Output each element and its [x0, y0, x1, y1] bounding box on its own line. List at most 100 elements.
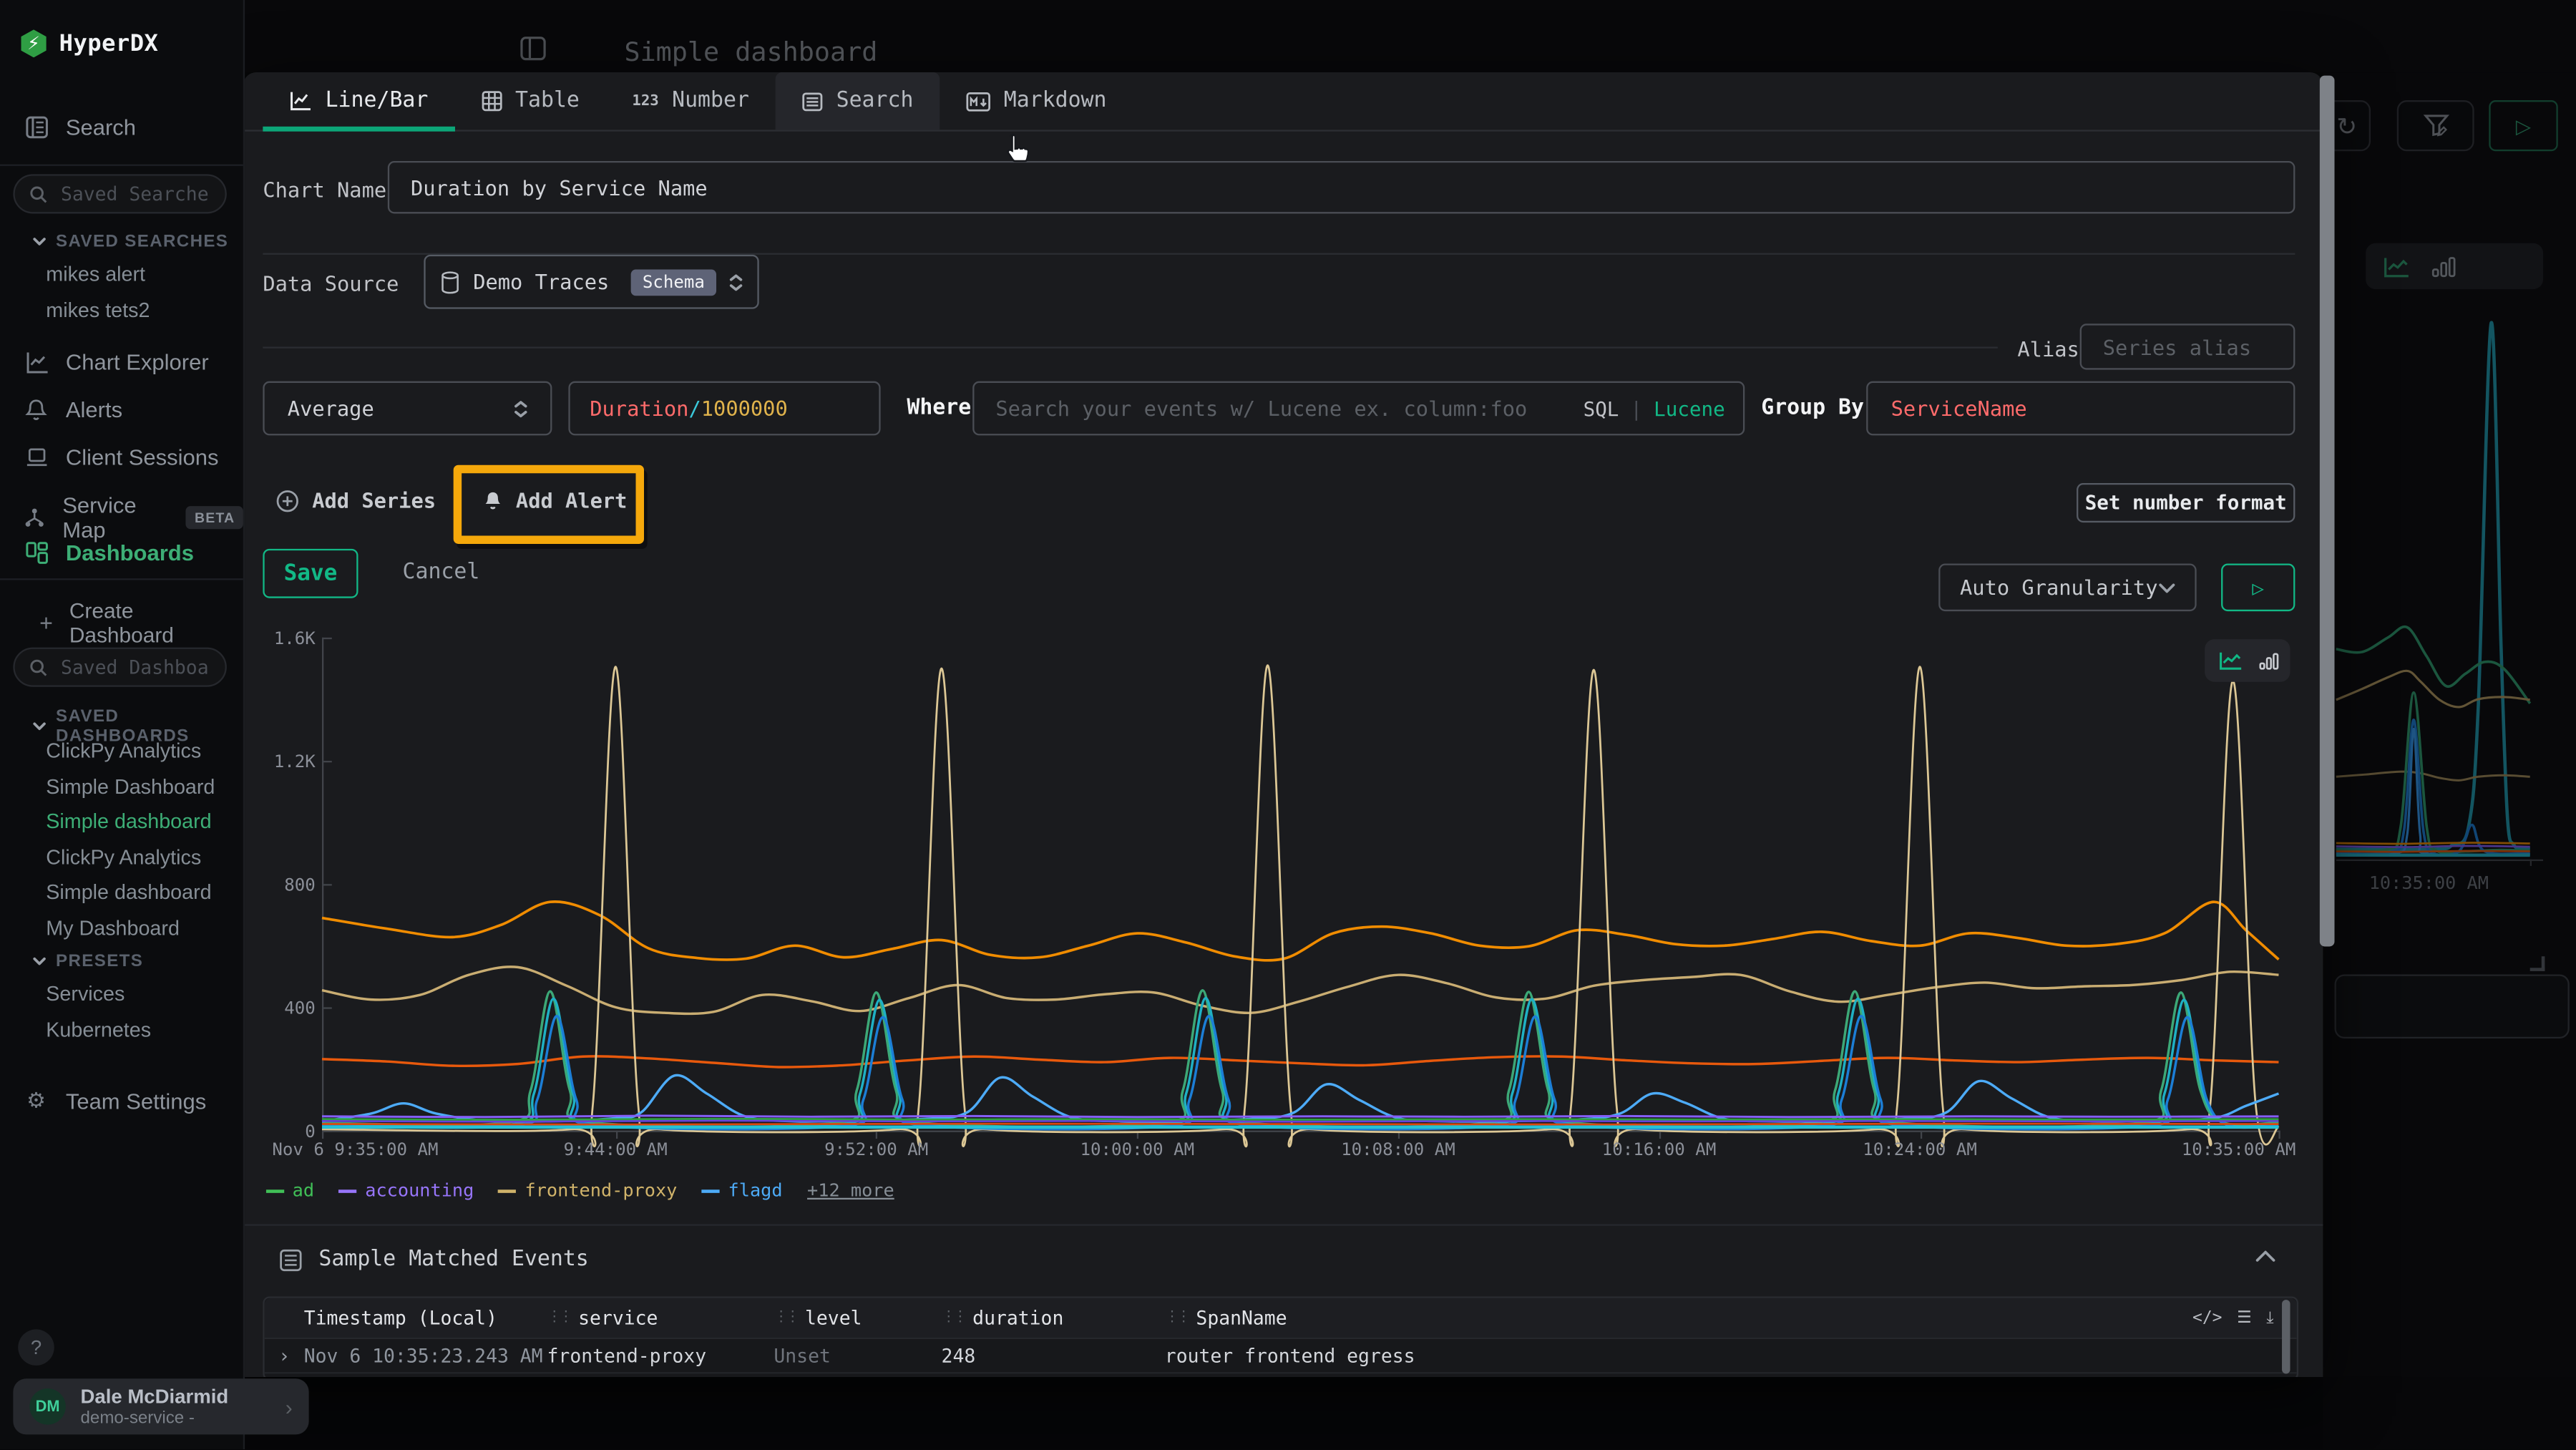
saved-dashboard-item[interactable]: Simple dashboard — [46, 881, 215, 904]
column-header-spanname[interactable]: ⋮⋮SpanName — [1165, 1306, 2149, 1329]
user-menu[interactable]: DM Dale McDiarmid demo-service - › — [13, 1378, 308, 1434]
sidebar-item-chart-explorer[interactable]: Chart Explorer — [23, 350, 209, 374]
database-icon — [440, 271, 460, 293]
sidebar-item-client-sessions[interactable]: Client Sessions — [23, 445, 218, 469]
logo[interactable]: ⚡ HyperDX — [20, 29, 159, 57]
line-bar-tab-icon — [289, 90, 312, 112]
save-button[interactable]: Save — [263, 549, 358, 598]
preset-item[interactable]: Kubernetes — [46, 1018, 151, 1041]
legend-item[interactable]: accounting — [339, 1179, 474, 1201]
bar-chart-icon[interactable] — [2259, 650, 2280, 671]
chevron-right-icon: › — [286, 1394, 293, 1419]
presets-header[interactable]: PRESETS — [33, 951, 143, 971]
tab-search[interactable]: Search — [776, 72, 940, 130]
saved-dashboards-input[interactable] — [13, 648, 226, 687]
code-icon[interactable]: </> — [2192, 1309, 2222, 1327]
lucene-mode-toggle[interactable]: Lucene — [1654, 396, 1725, 419]
x-axis-label: 10:00:00 AM — [1080, 1140, 1195, 1160]
tab-line-bar[interactable]: Line/Bar — [263, 72, 454, 130]
events-table-header: Timestamp (Local)⋮⋮service⋮⋮level⋮⋮durat… — [265, 1298, 2297, 1339]
x-axis-label: 10:08:00 AM — [1341, 1140, 1455, 1160]
chart-explorer-icon — [23, 350, 49, 374]
collapse-chevron-icon[interactable] — [2255, 1250, 2275, 1262]
chart-legend: ad accounting frontend-proxy flagd +12 more — [266, 1179, 894, 1201]
series-series-9 — [322, 1016, 2278, 1129]
saved-dashboards-field[interactable] — [57, 654, 212, 681]
create-dashboard-button[interactable]: + Create Dashboard — [39, 598, 243, 648]
saved-searches-field[interactable] — [57, 181, 212, 208]
x-axis-label: 9:52:00 AM — [824, 1140, 928, 1160]
legend-more-link[interactable]: +12 more — [807, 1179, 894, 1201]
modal-scrollbar[interactable] — [2320, 76, 2335, 947]
sql-mode-toggle[interactable]: SQL — [1584, 396, 1619, 419]
saved-searches-input[interactable] — [13, 174, 226, 213]
alias-input[interactable] — [2080, 323, 2296, 369]
legend-item[interactable]: ad — [266, 1179, 314, 1201]
row-expand-chevron[interactable]: › — [265, 1344, 304, 1367]
run-query-button[interactable]: ▷ — [2221, 564, 2295, 612]
chart-area: 1.6K1.2K8004000 Nov 6 9:35:00 AM9:44:00 … — [243, 624, 2323, 1216]
dashboards-icon — [23, 540, 49, 565]
saved-search-item[interactable]: mikes alert — [46, 263, 150, 286]
where-field[interactable] — [974, 396, 1558, 420]
column-header-timestamp-local-[interactable]: Timestamp (Local) — [304, 1306, 547, 1329]
events-scrollbar[interactable] — [2282, 1300, 2290, 1373]
legend-swatch — [339, 1189, 357, 1192]
download-icon[interactable]: ⤓ — [2266, 1309, 2273, 1327]
preset-item[interactable]: Services — [46, 983, 151, 1006]
add-series-button[interactable]: Add Series — [276, 488, 436, 512]
x-axis-label: 10:16:00 AM — [1602, 1140, 1717, 1160]
set-number-format-button[interactable]: Set number format — [2077, 483, 2295, 522]
tab-table[interactable]: Table — [454, 72, 606, 130]
column-header-service[interactable]: ⋮⋮service — [547, 1306, 774, 1329]
sidebar-item-team-settings[interactable]: ⚙ Team Settings — [23, 1088, 206, 1114]
tab-markdown[interactable]: Markdown — [940, 72, 1133, 130]
chart-name-field[interactable] — [389, 175, 2293, 200]
where-input[interactable]: SQL | Lucene — [972, 381, 1745, 436]
logo-text: HyperDX — [59, 30, 159, 57]
saved-dashboard-item[interactable]: Simple dashboard — [46, 810, 215, 833]
event-row[interactable]: ›Nov 6 10:35:23.243 AMfrontend-proxyUnse… — [265, 1373, 2297, 1377]
magnifier-icon — [29, 658, 47, 676]
chart-name-label: Chart Name — [263, 177, 386, 202]
sidebar: ⚡ HyperDX Search SAVED SEARCHES mikes al… — [0, 0, 245, 1449]
chart-display-toggle[interactable] — [2205, 639, 2290, 682]
saved-dashboard-item[interactable]: ClickPy Analytics — [46, 845, 215, 868]
events-table-body: ›Nov 6 10:35:23.243 AMfrontend-proxyUnse… — [265, 1339, 2297, 1377]
saved-search-item[interactable]: mikes tets2 — [46, 299, 150, 322]
alias-field[interactable] — [2082, 334, 2293, 359]
event-row[interactable]: ›Nov 6 10:35:23.243 AMfrontend-proxyUnse… — [265, 1339, 2297, 1373]
sidebar-item-dashboards[interactable]: Dashboards — [23, 540, 194, 565]
field-expression-input[interactable]: Duration/1000000 — [568, 381, 880, 436]
sidebar-item-alerts[interactable]: Alerts — [23, 398, 122, 422]
legend-item[interactable]: frontend-proxy — [499, 1179, 678, 1201]
column-header-duration[interactable]: ⋮⋮duration — [942, 1306, 1165, 1329]
wrap-lines-icon[interactable]: ☰ — [2237, 1309, 2252, 1327]
help-button[interactable]: ? — [18, 1329, 54, 1366]
saved-dashboard-item[interactable]: ClickPy Analytics — [46, 739, 215, 762]
series-frontend-proxy — [322, 967, 2278, 1014]
sidebar-item-search[interactable]: Search — [23, 115, 136, 140]
edit-chart-modal: Line/Bar Table 123 Number Search Markdow… — [243, 72, 2323, 1377]
cancel-button[interactable]: Cancel — [403, 560, 480, 585]
magnifier-icon — [29, 185, 47, 203]
saved-dashboard-item[interactable]: Simple Dashboard — [46, 775, 215, 798]
group-by-input[interactable]: ServiceName — [1866, 381, 2295, 436]
line-chart-icon[interactable] — [2218, 649, 2244, 672]
add-alert-annotation-box — [454, 465, 644, 544]
chart-type-tabs: Line/Bar Table 123 Number Search Markdow… — [243, 72, 2323, 132]
saved-dashboard-item[interactable]: My Dashboard — [46, 916, 215, 939]
x-axis-label: 9:44:00 AM — [564, 1140, 668, 1160]
legend-item[interactable]: flagd — [702, 1179, 783, 1201]
tab-number[interactable]: 123 Number — [606, 72, 776, 130]
saved-searches-header[interactable]: SAVED SEARCHES — [33, 232, 228, 252]
aggregation-select[interactable]: Average — [263, 381, 552, 436]
data-source-select[interactable]: Demo Traces Schema — [424, 255, 758, 309]
chart-name-input[interactable] — [388, 161, 2296, 213]
y-axis-label: 800 — [284, 876, 316, 896]
duration-chart[interactable] — [322, 638, 2278, 1131]
column-header-level[interactable]: ⋮⋮level — [774, 1306, 941, 1329]
sample-events-header[interactable]: Sample Matched Events — [279, 1247, 588, 1272]
sidebar-item-service-map[interactable]: Service Map BETA — [23, 493, 243, 542]
granularity-select[interactable]: Auto Granularity — [1938, 564, 2196, 612]
